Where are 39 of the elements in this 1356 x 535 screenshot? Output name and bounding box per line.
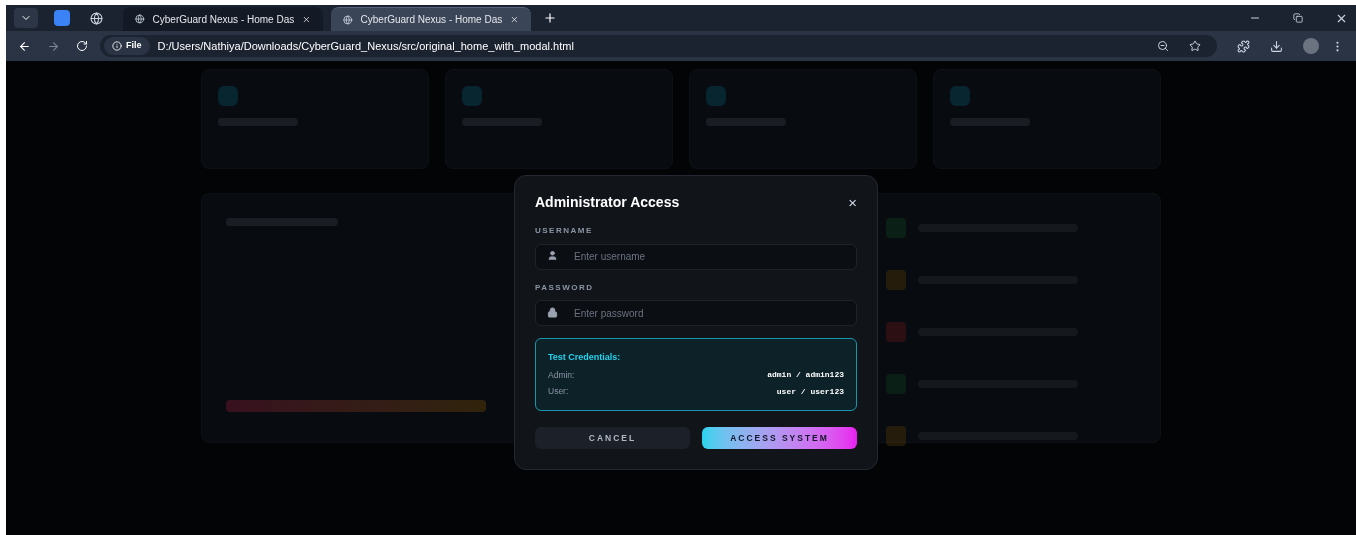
- lock-icon: [547, 306, 558, 318]
- input-field[interactable]: Enter password: [535, 300, 857, 326]
- credential-label: Admin:: [548, 368, 575, 382]
- credentials-title: Test Credentials:: [548, 351, 622, 364]
- bookmark-star-icon[interactable]: [1189, 40, 1201, 52]
- field-label: PASSWORD: [535, 281, 595, 294]
- access-button[interactable]: ACCESS SYSTEM: [702, 427, 857, 449]
- close-button[interactable]: ×: [848, 195, 857, 210]
- back-icon[interactable]: [18, 39, 31, 53]
- forward-icon[interactable]: [47, 39, 60, 53]
- tab-title: CyberGuard Nexus - Home Das: [360, 13, 503, 27]
- credential-value: admin / admin123: [767, 368, 844, 381]
- field-label: USERNAME: [535, 225, 594, 237]
- restore-icon[interactable]: [1293, 13, 1303, 23]
- new-tab-icon[interactable]: [543, 11, 557, 25]
- globe-icon[interactable]: [90, 11, 103, 25]
- globe-icon: [343, 13, 353, 26]
- address-bar[interactable]: File D:/Users/Nathiya/Downloads/CyberGuard_Nexus/src/original_home_with_modal.html: [100, 35, 1217, 57]
- reload-icon[interactable]: [76, 40, 88, 52]
- cancel-button[interactable]: CANCEL: [535, 427, 690, 449]
- input-field[interactable]: Enter username: [535, 243, 857, 270]
- url-text: D:/Users/Nathiya/Downloads/CyberGuard_Nexus/src/original_home_with_modal.html: [157, 38, 575, 54]
- credential-label: User:: [548, 385, 569, 398]
- browser-tab[interactable]: CyberGuard Nexus - Home Das: [123, 7, 323, 31]
- site-info-chip[interactable]: File: [104, 37, 150, 55]
- tab-search-button[interactable]: [14, 8, 38, 28]
- browser-tab[interactable]: CyberGuard Nexus - Home Das: [331, 7, 531, 31]
- download-icon[interactable]: [1270, 39, 1283, 53]
- modal-title: Administrator Access: [535, 193, 680, 212]
- info-icon: [112, 41, 122, 51]
- tab-title: CyberGuard Nexus - Home Das: [152, 12, 295, 27]
- credential-value: user / user123: [776, 385, 844, 398]
- user-icon: [547, 250, 558, 261]
- zoom-icon[interactable]: [1157, 40, 1169, 52]
- profile-avatar[interactable]: [1303, 38, 1319, 54]
- puzzle-icon[interactable]: [1237, 39, 1250, 53]
- app-icon[interactable]: [54, 10, 70, 26]
- globe-icon: [135, 13, 145, 25]
- close-icon[interactable]: [510, 14, 519, 25]
